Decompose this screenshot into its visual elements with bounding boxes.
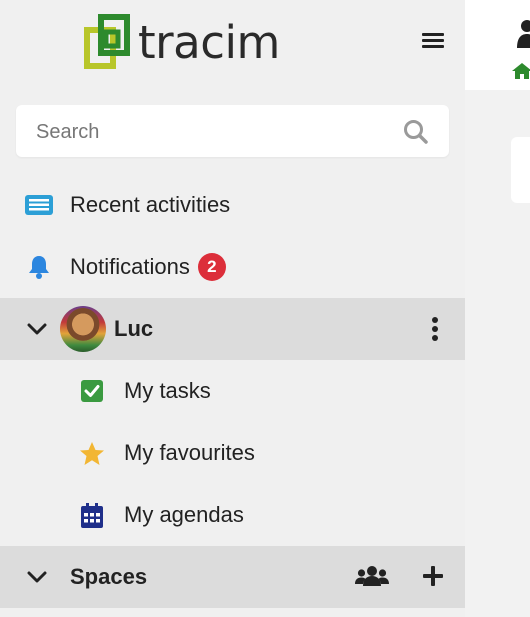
star-icon	[79, 441, 105, 466]
user-item-my-tasks[interactable]: My tasks	[0, 360, 465, 422]
notifications-count-badge: 2	[197, 253, 226, 281]
nav-notifications[interactable]: Notifications 2	[0, 236, 465, 298]
menu-toggle-icon[interactable]	[420, 30, 446, 54]
notifications-label: Notifications	[70, 254, 190, 279]
recent-activities-label: Recent activities	[70, 192, 231, 217]
search-icon[interactable]	[403, 119, 429, 145]
plus-icon[interactable]	[422, 565, 444, 587]
chevron-down-icon[interactable]	[26, 322, 48, 336]
bell-icon	[26, 254, 52, 280]
user-section-header[interactable]: Luc	[0, 298, 465, 360]
search-box	[16, 105, 449, 157]
avatar	[60, 306, 106, 352]
nav-recent-activities[interactable]: Recent activities	[0, 174, 465, 236]
chevron-down-icon[interactable]	[26, 570, 48, 584]
check-square-icon	[80, 380, 104, 402]
app-logo[interactable]: tracim	[84, 12, 280, 72]
user-item-my-favourites[interactable]: My favourites	[0, 422, 465, 484]
users-group-icon[interactable]	[355, 564, 389, 588]
tracim-logo-icon	[84, 12, 132, 72]
main-header	[465, 0, 530, 90]
my-tasks-label: My tasks	[124, 378, 211, 403]
logo-text: tracim	[138, 15, 280, 69]
user-name: Luc	[114, 316, 154, 341]
sidebar: tracim Recent activities	[0, 0, 465, 617]
search-input[interactable]	[34, 117, 398, 147]
spaces-label: Spaces	[70, 564, 148, 589]
newspaper-icon	[24, 194, 54, 216]
user-item-my-agendas[interactable]: My agendas	[0, 484, 465, 546]
spaces-section-header[interactable]: Spaces	[0, 546, 465, 608]
calendar-icon	[81, 502, 103, 528]
home-icon[interactable]	[511, 62, 530, 80]
user-icon	[517, 18, 530, 48]
my-agendas-label: My agendas	[124, 502, 244, 527]
more-vertical-icon[interactable]	[430, 316, 440, 342]
my-favourites-label: My favourites	[124, 440, 255, 465]
content-card	[511, 137, 530, 203]
